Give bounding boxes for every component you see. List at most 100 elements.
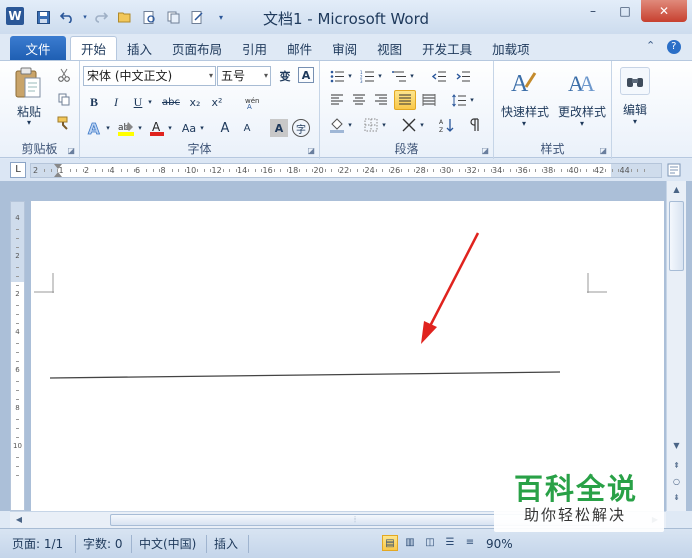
- horizontal-ruler[interactable]: 2 1 2 4 6 8 10 12 14 16 18 20 22 24 26 28 30 32 34 36 38 40 42…: [30, 163, 662, 178]
- hanging-indent-marker[interactable]: [54, 172, 62, 177]
- font-name-dropdown-icon[interactable]: ▾: [209, 67, 213, 85]
- distributed-icon[interactable]: [420, 91, 438, 109]
- decrease-indent-icon[interactable]: [430, 67, 448, 85]
- font-color-dropdown-icon[interactable]: ▾: [166, 119, 174, 137]
- vertical-scrollbar[interactable]: ▲ ▼ ⇞ ○ ⇟: [666, 181, 686, 511]
- shrink-font-button[interactable]: A: [238, 119, 256, 137]
- bullets-icon[interactable]: [328, 67, 346, 85]
- web-layout-icon[interactable]: ◫: [422, 535, 438, 551]
- format-painter-icon[interactable]: [56, 115, 72, 131]
- underline-button[interactable]: U: [130, 93, 146, 111]
- multilevel-dropdown-icon[interactable]: ▾: [408, 67, 416, 85]
- editing-button[interactable]: 编辑: [616, 101, 654, 118]
- tab-page-layout[interactable]: 页面布局: [162, 36, 232, 60]
- tab-mailings[interactable]: 邮件: [277, 36, 322, 60]
- page-count[interactable]: 页面: 1/1: [12, 533, 63, 555]
- align-center-icon[interactable]: [350, 91, 368, 109]
- numbering-dropdown-icon[interactable]: ▾: [376, 67, 384, 85]
- change-styles-dropdown-icon[interactable]: ▾: [576, 119, 588, 128]
- subscript-button[interactable]: x₂: [186, 93, 204, 111]
- binoculars-icon[interactable]: [620, 67, 650, 95]
- tab-selector[interactable]: L: [10, 162, 26, 178]
- tab-developer[interactable]: 开发工具: [412, 36, 482, 60]
- tab-references[interactable]: 引用: [232, 36, 277, 60]
- line-spacing-dropdown-icon[interactable]: ▾: [468, 91, 476, 109]
- editing-dropdown-icon[interactable]: ▾: [629, 117, 641, 126]
- scroll-up-icon[interactable]: ▲: [669, 183, 684, 197]
- insert-mode-indicator[interactable]: 插入: [214, 533, 238, 555]
- change-case-button[interactable]: 变: [276, 67, 294, 85]
- vertical-scroll-thumb[interactable]: [669, 201, 684, 271]
- change-case-dropdown-icon[interactable]: ▾: [198, 119, 206, 137]
- bullets-dropdown-icon[interactable]: ▾: [346, 67, 354, 85]
- highlight-dropdown-icon[interactable]: ▾: [136, 119, 144, 137]
- browse-object-icon[interactable]: ○: [669, 475, 684, 489]
- draft-view-icon[interactable]: ≡: [462, 535, 478, 551]
- styles-launcher-icon[interactable]: ◪: [599, 146, 607, 155]
- collapse-ribbon-icon[interactable]: ⌃: [646, 39, 655, 52]
- font-size-dropdown-icon[interactable]: ▾: [264, 67, 268, 85]
- phonetic-guide-icon[interactable]: wén A: [242, 93, 262, 111]
- next-page-icon[interactable]: ⇟: [669, 491, 684, 505]
- first-line-indent-marker[interactable]: [54, 164, 62, 169]
- font-color-icon[interactable]: A: [148, 119, 166, 137]
- multilevel-list-icon[interactable]: [390, 67, 408, 85]
- tab-insert[interactable]: 插入: [117, 36, 162, 60]
- strikethrough-button[interactable]: abc: [160, 93, 182, 111]
- previous-page-icon[interactable]: ⇞: [669, 459, 684, 473]
- font-size-box[interactable]: 五号 ▾: [217, 66, 271, 86]
- tab-add-ins[interactable]: 加载项: [482, 36, 540, 60]
- bold-button[interactable]: B: [86, 93, 102, 111]
- tab-home[interactable]: 开始: [70, 36, 118, 60]
- borders-dropdown-icon[interactable]: ▾: [380, 116, 388, 134]
- minimize-button[interactable]: –: [578, 0, 608, 22]
- paste-dropdown-icon[interactable]: ▾: [22, 118, 36, 127]
- vertical-ruler[interactable]: 4 2 2 4 6 8 10: [10, 201, 25, 511]
- drawn-horizontal-line[interactable]: [49, 371, 561, 379]
- change-case-aa-button[interactable]: Aa: [178, 119, 200, 137]
- word-count[interactable]: 字数: 0: [83, 533, 123, 555]
- chinese-layout-icon[interactable]: [400, 116, 418, 134]
- grow-font-button[interactable]: A: [216, 119, 234, 137]
- quick-styles-icon[interactable]: A: [506, 65, 540, 99]
- scroll-left-icon[interactable]: ◀: [12, 513, 26, 527]
- print-layout-icon[interactable]: ▤: [382, 535, 398, 551]
- quick-styles-button[interactable]: 快速样式: [496, 103, 554, 120]
- text-effects-dropdown-icon[interactable]: ▾: [104, 119, 112, 137]
- line-spacing-icon[interactable]: [450, 91, 468, 109]
- highlight-color-icon[interactable]: ab: [116, 119, 136, 137]
- increase-indent-icon[interactable]: [454, 67, 472, 85]
- clear-format-button[interactable]: A: [298, 67, 314, 83]
- font-launcher-icon[interactable]: ◪: [307, 146, 315, 155]
- language-indicator[interactable]: 中文(中国): [139, 533, 196, 555]
- quick-styles-dropdown-icon[interactable]: ▾: [518, 119, 530, 128]
- shading-icon[interactable]: [328, 116, 346, 134]
- text-effects-icon[interactable]: A: [86, 119, 104, 137]
- zoom-level[interactable]: 90%: [486, 533, 513, 555]
- full-screen-reading-icon[interactable]: ▥: [402, 535, 418, 551]
- cut-icon[interactable]: [56, 67, 72, 83]
- justify-icon[interactable]: [394, 90, 416, 110]
- scroll-down-icon[interactable]: ▼: [669, 439, 684, 453]
- chinese-layout-dropdown-icon[interactable]: ▾: [418, 116, 426, 134]
- view-ruler-icon[interactable]: [667, 163, 681, 177]
- outline-view-icon[interactable]: ☰: [442, 535, 458, 551]
- tab-view[interactable]: 视图: [367, 36, 412, 60]
- enclose-characters-button[interactable]: 字: [292, 119, 310, 137]
- sort-icon[interactable]: AZ: [438, 116, 456, 134]
- change-styles-icon[interactable]: AA: [564, 65, 598, 99]
- copy-icon[interactable]: [56, 91, 72, 107]
- character-shading-button[interactable]: A: [270, 119, 288, 137]
- close-button[interactable]: ✕: [641, 0, 687, 22]
- font-name-box[interactable]: 宋体 (中文正文) ▾: [83, 66, 216, 86]
- show-marks-icon[interactable]: [466, 116, 484, 134]
- change-styles-button[interactable]: 更改样式: [554, 103, 610, 120]
- align-left-icon[interactable]: [328, 91, 346, 109]
- align-right-icon[interactable]: [372, 91, 390, 109]
- help-icon[interactable]: ?: [666, 40, 681, 54]
- clipboard-launcher-icon[interactable]: ◪: [67, 146, 75, 155]
- shading-dropdown-icon[interactable]: ▾: [346, 116, 354, 134]
- tab-review[interactable]: 审阅: [322, 36, 367, 60]
- underline-dropdown-icon[interactable]: ▾: [146, 93, 154, 111]
- paragraph-launcher-icon[interactable]: ◪: [481, 146, 489, 155]
